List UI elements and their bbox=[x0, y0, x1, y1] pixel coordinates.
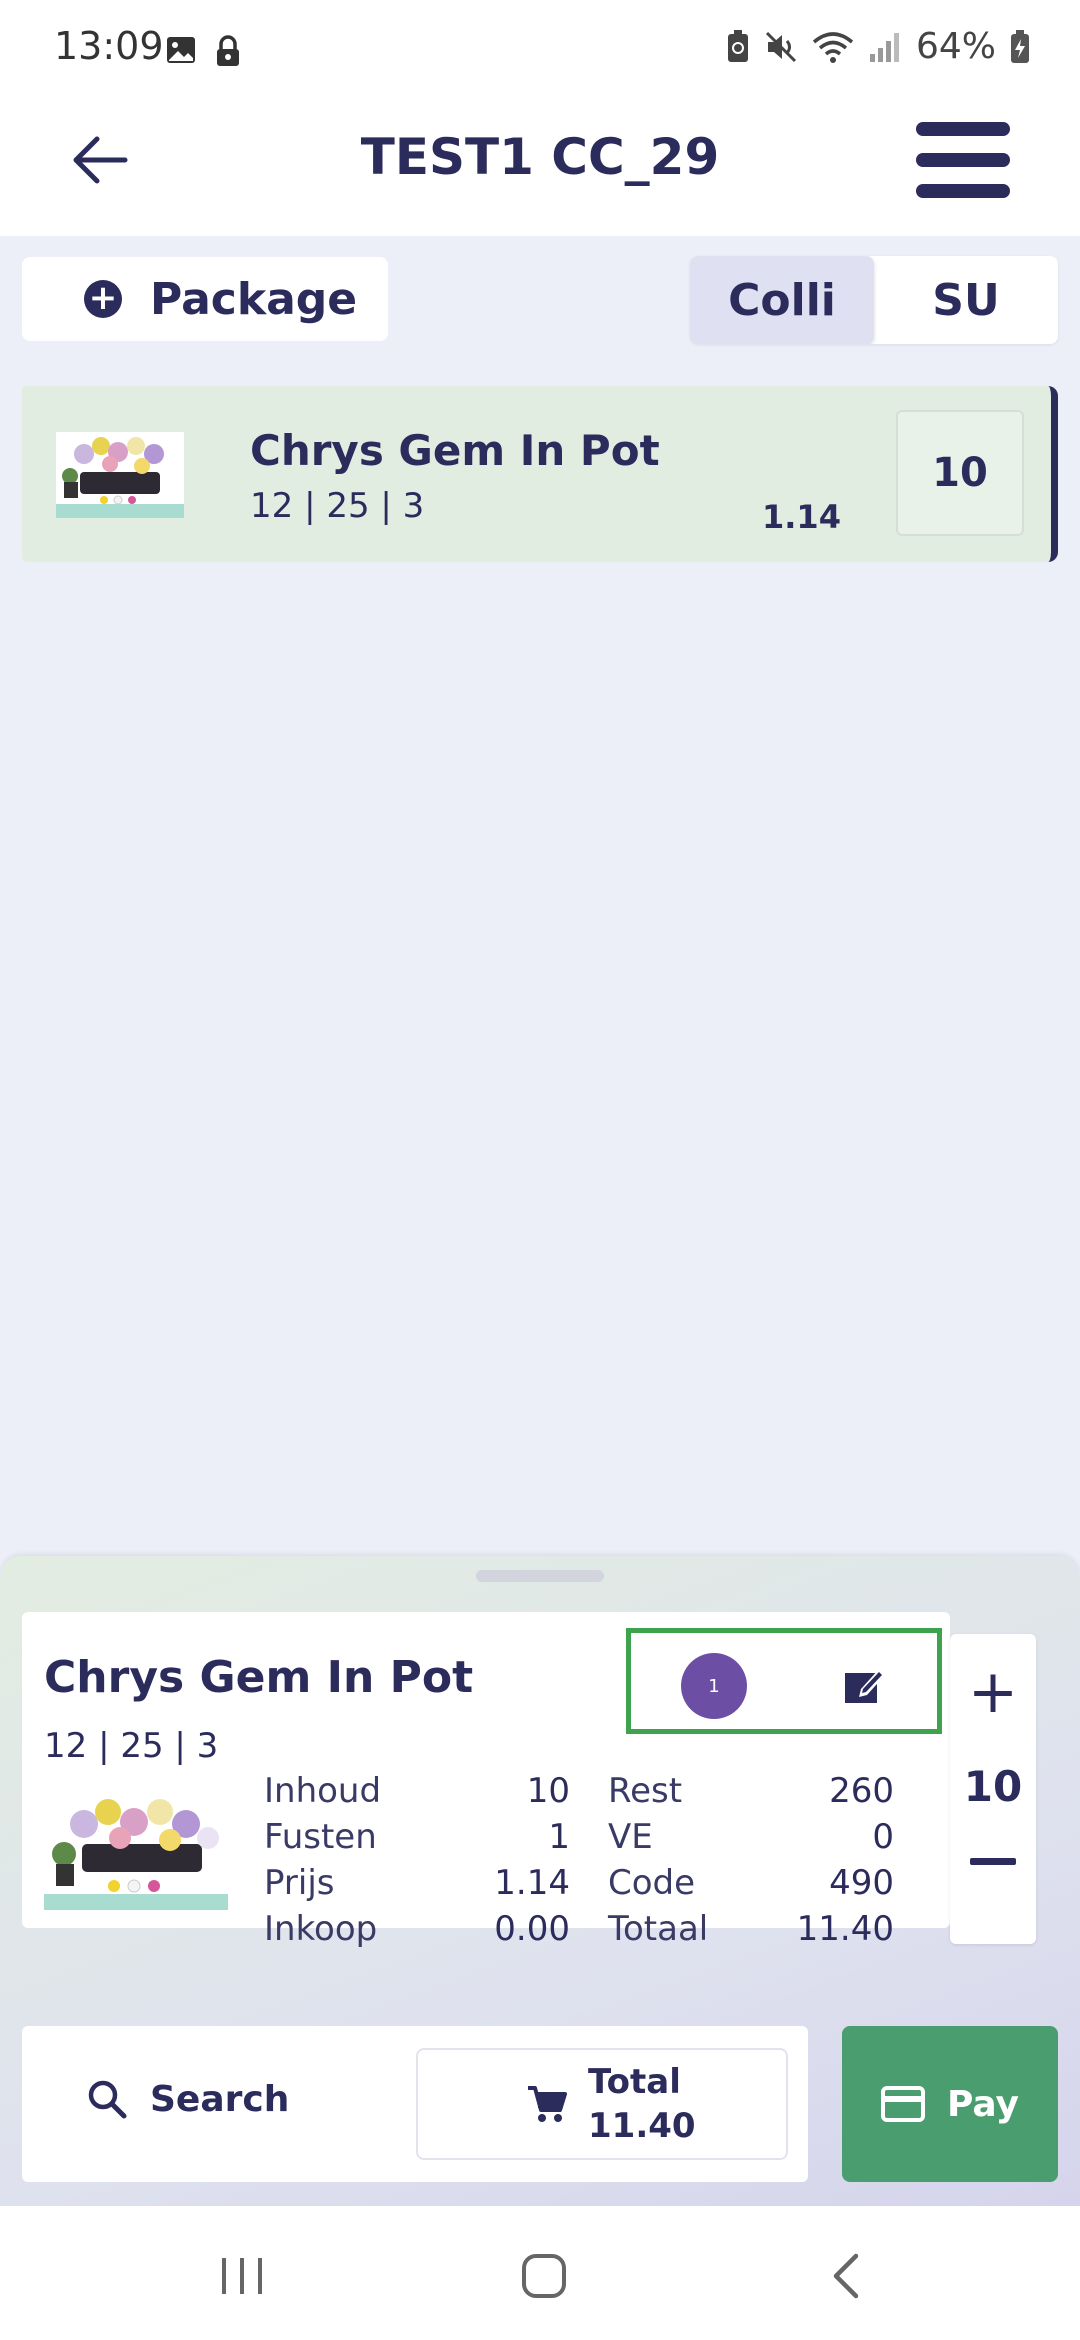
edit-note-icon bbox=[845, 1669, 885, 1703]
info-value: 1.14 bbox=[494, 1863, 570, 1903]
info-label: Prijs bbox=[264, 1863, 335, 1903]
info-label: Inkoop bbox=[264, 1909, 378, 1949]
recent-apps-button[interactable] bbox=[202, 2246, 282, 2306]
hamburger-menu-button[interactable] bbox=[916, 122, 1010, 198]
quantity-stepper: + 10 bbox=[950, 1634, 1036, 1944]
edit-button[interactable] bbox=[835, 1655, 895, 1715]
product-name: Chrys Gem In Pot bbox=[250, 426, 660, 475]
highlighted-actions: 1 bbox=[626, 1628, 942, 1734]
info-row-inkoop: Inkoop 0.00 bbox=[264, 1906, 570, 1952]
status-right-icons: 64% bbox=[726, 26, 1030, 67]
info-grid-right: Rest 260 VE 0 Code 490 Totaal 11.40 bbox=[608, 1768, 894, 1952]
cart-icon bbox=[528, 2086, 567, 2122]
unit-toggle: Colli SU bbox=[690, 256, 1058, 344]
product-sizes: 12 | 25 | 3 bbox=[250, 486, 425, 526]
total-text: Total 11.40 bbox=[588, 2060, 696, 2148]
cart-total-button[interactable]: Total 11.40 bbox=[416, 2048, 788, 2160]
battery-saver-icon bbox=[727, 29, 748, 62]
credit-card-icon bbox=[880, 2086, 925, 2122]
info-row-inhoud: Inhoud 10 bbox=[264, 1768, 570, 1814]
increment-button[interactable]: + bbox=[950, 1654, 1036, 1730]
detail-product-image bbox=[44, 1794, 228, 1910]
info-label: Rest bbox=[608, 1771, 683, 1811]
chevron-left-icon bbox=[833, 2253, 859, 2299]
pay-label: Pay bbox=[946, 2083, 1020, 2125]
status-time: 13:09 bbox=[54, 24, 164, 68]
battery-charging-icon bbox=[1011, 29, 1029, 63]
bottom-action-bar: Search Total 11.40 bbox=[22, 2026, 808, 2182]
info-row-prijs: Prijs 1.14 bbox=[264, 1860, 570, 1906]
plus-circle-icon: + bbox=[84, 280, 122, 318]
app-screen: 13:09 64% TEST1 CC_29 + Package Colli SU… bbox=[0, 0, 1080, 2340]
total-value: 11.40 bbox=[588, 2106, 696, 2146]
decrement-button[interactable] bbox=[970, 1858, 1016, 1865]
product-row[interactable]: Chrys Gem In Pot 12 | 25 | 3 1.14 10 bbox=[22, 386, 1058, 562]
toggle-su[interactable]: SU bbox=[874, 256, 1058, 344]
status-left-icons bbox=[165, 34, 243, 68]
product-price: 1.14 bbox=[762, 498, 841, 536]
product-quantity-field[interactable]: 10 bbox=[896, 410, 1024, 536]
info-grid-left: Inhoud 10 Fusten 1 Prijs 1.14 Inkoop 0.0… bbox=[264, 1768, 570, 1952]
product-detail-card: Chrys Gem In Pot 12 | 25 | 3 1 Inhoud 10… bbox=[22, 1612, 950, 1949]
battery-percentage: 64% bbox=[915, 26, 996, 67]
package-label: Package bbox=[150, 273, 358, 325]
count-badge[interactable]: 1 bbox=[681, 1653, 747, 1719]
stepper-value: 10 bbox=[963, 1762, 1023, 1811]
recent-apps-icon bbox=[222, 2258, 262, 2294]
info-label: Inhoud bbox=[264, 1771, 382, 1811]
info-value: 11.40 bbox=[796, 1909, 894, 1949]
menu-bar-icon bbox=[916, 184, 1010, 198]
detail-product-sizes: 12 | 25 | 3 bbox=[44, 1726, 219, 1766]
search-icon bbox=[88, 2080, 127, 2119]
info-label: Fusten bbox=[264, 1817, 377, 1857]
system-back-button[interactable] bbox=[806, 2246, 886, 2306]
home-button[interactable] bbox=[504, 2246, 584, 2306]
info-row-totaal: Totaal 11.40 bbox=[608, 1906, 894, 1952]
info-label: Totaal bbox=[608, 1909, 709, 1949]
toggle-colli[interactable]: Colli bbox=[690, 256, 874, 344]
home-icon bbox=[522, 2254, 566, 2298]
sheet-drag-handle[interactable] bbox=[476, 1570, 604, 1582]
app-header: TEST1 CC_29 bbox=[0, 100, 1080, 236]
info-label: Code bbox=[608, 1863, 696, 1903]
status-bar: 13:09 64% bbox=[0, 0, 1080, 100]
info-value: 0.00 bbox=[494, 1909, 570, 1949]
info-row-fusten: Fusten 1 bbox=[264, 1814, 570, 1860]
info-value: 260 bbox=[829, 1771, 894, 1811]
menu-bar-icon bbox=[916, 153, 1010, 167]
add-package-button[interactable]: + Package bbox=[22, 257, 388, 341]
info-value: 0 bbox=[872, 1817, 894, 1857]
system-nav-bar bbox=[0, 2206, 1080, 2340]
info-value: 10 bbox=[526, 1771, 570, 1811]
image-icon bbox=[167, 37, 195, 63]
pay-button[interactable]: Pay bbox=[842, 2026, 1058, 2182]
menu-bar-icon bbox=[916, 122, 1010, 136]
info-value: 1 bbox=[548, 1817, 570, 1857]
info-row-rest: Rest 260 bbox=[608, 1768, 894, 1814]
lock-icon bbox=[217, 35, 239, 66]
search-button[interactable]: Search bbox=[86, 2078, 289, 2120]
product-thumbnail bbox=[56, 432, 184, 518]
info-label: VE bbox=[608, 1817, 653, 1857]
detail-product-name: Chrys Gem In Pot bbox=[44, 1652, 474, 1703]
info-value: 490 bbox=[829, 1863, 894, 1903]
signal-icon bbox=[869, 32, 899, 62]
info-row-code: Code 490 bbox=[608, 1860, 894, 1906]
search-label: Search bbox=[150, 2078, 290, 2120]
total-label: Total bbox=[588, 2062, 681, 2102]
mute-icon bbox=[765, 31, 797, 62]
wifi-icon bbox=[812, 31, 854, 63]
info-row-ve: VE 0 bbox=[608, 1814, 894, 1860]
